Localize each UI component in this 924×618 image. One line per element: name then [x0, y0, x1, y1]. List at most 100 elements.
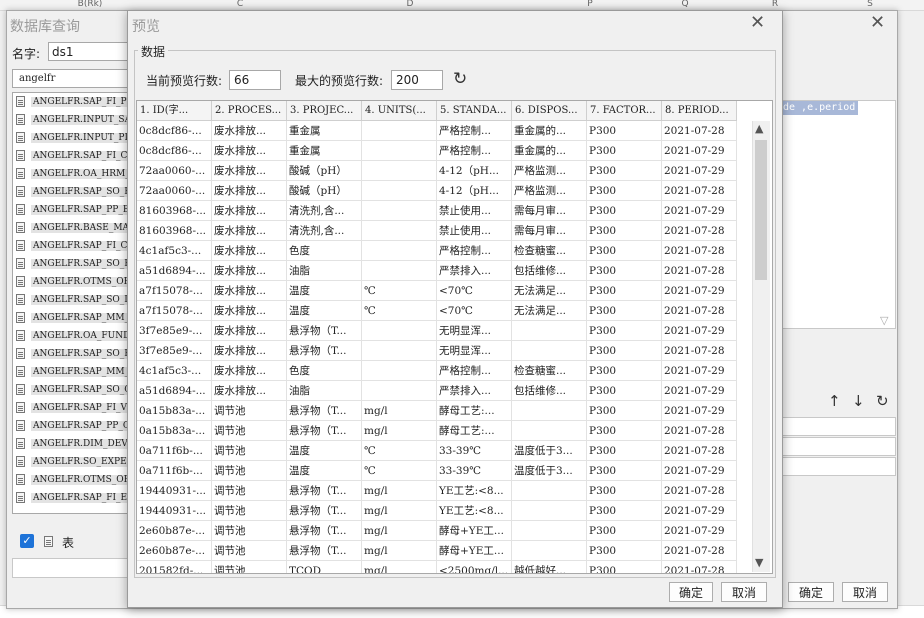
- table-list-item[interactable]: ANGELFR.INPUT_SA: [13, 111, 133, 129]
- column-header: B(Rk): [77, 0, 103, 9]
- move-up-icon[interactable]: ↑: [828, 392, 841, 410]
- table-cell: 72aa0060-...: [137, 161, 212, 181]
- close-icon[interactable]: ✕: [870, 12, 885, 33]
- table-cell: 严禁排入...: [437, 261, 512, 281]
- query-cancel-button[interactable]: 取消: [842, 582, 888, 602]
- table-list-item[interactable]: ANGELFR.OA_FUND_: [13, 327, 133, 345]
- table-cell: [362, 201, 437, 221]
- table-cell: ℃: [362, 281, 437, 301]
- table-cell: 无法满足...: [512, 301, 587, 321]
- table-name: ANGELFR.SAP_PP_C: [31, 421, 132, 431]
- table-cell: P300: [587, 401, 662, 421]
- table-list-item[interactable]: ANGELFR.SAP_FI_C: [13, 237, 133, 255]
- preview-ok-button[interactable]: 确定: [669, 582, 713, 602]
- table-cell: P300: [587, 521, 662, 541]
- table-list-item[interactable]: ANGELFR.SO_EXPEN: [13, 453, 133, 471]
- parameter-field[interactable]: [778, 437, 896, 456]
- table-cell: 废水排放...: [212, 221, 287, 241]
- query-ok-button[interactable]: 确定: [788, 582, 834, 602]
- table-cell: 0a15b83a-...: [137, 401, 212, 421]
- scrollbar-thumb[interactable]: [755, 140, 767, 280]
- table-list-item[interactable]: ANGELFR.SAP_SO_E: [13, 183, 133, 201]
- table-cell: P300: [587, 141, 662, 161]
- scroll-down-icon[interactable]: ▼: [755, 556, 763, 569]
- table-list-item[interactable]: ANGELFR.OTMS_ORI: [13, 471, 133, 489]
- preview-cancel-button[interactable]: 取消: [721, 582, 767, 602]
- table-icon: [16, 222, 25, 233]
- table-cell: 酵母+YE工...: [437, 541, 512, 561]
- column-header[interactable]: 5. STANDA...: [437, 101, 512, 121]
- table-name: ANGELFR.DIM_DEVI: [31, 439, 133, 449]
- table-icon: [16, 96, 25, 107]
- table-cell: 2021-07-28: [662, 121, 737, 141]
- table-cell: 废水排放...: [212, 121, 287, 141]
- table-list-item[interactable]: ANGELFR.SAP_SO_E: [13, 255, 133, 273]
- table-cell: P300: [587, 381, 662, 401]
- table-list-item[interactable]: ANGELFR.BASE_MAT: [13, 219, 133, 237]
- table-list-item[interactable]: ANGELFR.SAP_MM_E: [13, 363, 133, 381]
- table-cell: 废水排放...: [212, 201, 287, 221]
- column-header[interactable]: 8. PERIOD...: [662, 101, 737, 121]
- table-filter-input[interactable]: angelfr: [12, 69, 132, 88]
- refresh-icon[interactable]: ↻: [876, 392, 889, 410]
- chevron-down-icon[interactable]: ▽: [880, 314, 888, 327]
- table-list-item[interactable]: ANGELFR.OA_HRM_S: [13, 165, 133, 183]
- refresh-icon[interactable]: ↻: [453, 69, 467, 89]
- table-name: ANGELFR.OTMS_ORI: [31, 475, 134, 485]
- table-cell: TCOD: [287, 561, 362, 573]
- close-icon[interactable]: ✕: [750, 12, 765, 33]
- table-cell: 2021-07-29: [662, 281, 737, 301]
- table-cell: ℃: [362, 441, 437, 461]
- table-cell: [362, 261, 437, 281]
- preview-table[interactable]: 1. ID(字... 2. PROCES... 3. PROJEC... 4. UNI…: [136, 100, 773, 574]
- table-cell: mg/l: [362, 501, 437, 521]
- table-cell: a7f15078-...: [137, 281, 212, 301]
- column-header[interactable]: 1. ID(字...: [137, 101, 212, 121]
- table-list-item[interactable]: ANGELFR.INPUT_PI: [13, 129, 133, 147]
- table-list-item[interactable]: ANGELFR.SAP_FI_P: [13, 93, 133, 111]
- current-rows-input[interactable]: 66: [229, 70, 281, 90]
- table-name: ANGELFR.SAP_SO_I: [31, 295, 130, 305]
- column-header[interactable]: 2. PROCES...: [212, 101, 287, 121]
- column-header[interactable]: 7. FACTOR...: [587, 101, 662, 121]
- table-list-item[interactable]: ANGELFR.SAP_PP_E: [13, 201, 133, 219]
- table-icon: [16, 240, 25, 251]
- sql-editor[interactable]: [778, 100, 896, 329]
- column-header[interactable]: 4. UNITS(...: [362, 101, 437, 121]
- column-header[interactable]: 6. DISPOS...: [512, 101, 587, 121]
- column-header[interactable]: 3. PROJEC...: [287, 101, 362, 121]
- table-icon: [16, 366, 25, 377]
- table-list-item[interactable]: ANGELFR.SAP_FI_E: [13, 489, 133, 507]
- parameter-field[interactable]: [778, 417, 896, 436]
- table-cell: 2021-07-29: [662, 521, 737, 541]
- table-list-item[interactable]: ANGELFR.SAP_MM_S: [13, 309, 133, 327]
- table-cell: [362, 381, 437, 401]
- table-list-item[interactable]: ANGELFR.SAP_FI_V: [13, 399, 133, 417]
- table-cell: 调节池: [212, 481, 287, 501]
- table-list-item[interactable]: ANGELFR.DIM_DEVI: [13, 435, 133, 453]
- table-cell: P300: [587, 341, 662, 361]
- table-cell: P300: [587, 561, 662, 573]
- max-rows-input[interactable]: 200: [391, 70, 443, 90]
- column-header: Q: [681, 0, 689, 9]
- table-cell: [512, 401, 587, 421]
- table-list-item[interactable]: ANGELFR.OTMS_ORI: [13, 273, 133, 291]
- table-list-item[interactable]: ANGELFR.SAP_SO_E: [13, 345, 133, 363]
- table-cell: 严格控制...: [437, 241, 512, 261]
- table-cell: 2e60b87e-...: [137, 541, 212, 561]
- table-checkbox[interactable]: ✓: [20, 534, 34, 548]
- table-icon: [16, 132, 25, 143]
- scroll-up-icon[interactable]: ▲: [755, 122, 763, 135]
- table-cell: 2021-07-29: [662, 461, 737, 481]
- table-cell: 废水排放...: [212, 281, 287, 301]
- table-cell: mg/l: [362, 541, 437, 561]
- parameter-field[interactable]: [778, 457, 896, 476]
- table-list-item[interactable]: ANGELFR.SAP_PP_C: [13, 417, 133, 435]
- table-list[interactable]: ANGELFR.SAP_FI_P ANGELFR.INPUT_SA ANGELFR.…: [12, 92, 134, 514]
- table-cell: P300: [587, 421, 662, 441]
- table-cell: 2021-07-29: [662, 201, 737, 221]
- table-list-item[interactable]: ANGELFR.SAP_SO_C: [13, 381, 133, 399]
- table-list-item[interactable]: ANGELFR.SAP_SO_I: [13, 291, 133, 309]
- table-list-item[interactable]: ANGELFR.SAP_FI_C: [13, 147, 133, 165]
- move-down-icon[interactable]: ↓: [852, 392, 865, 410]
